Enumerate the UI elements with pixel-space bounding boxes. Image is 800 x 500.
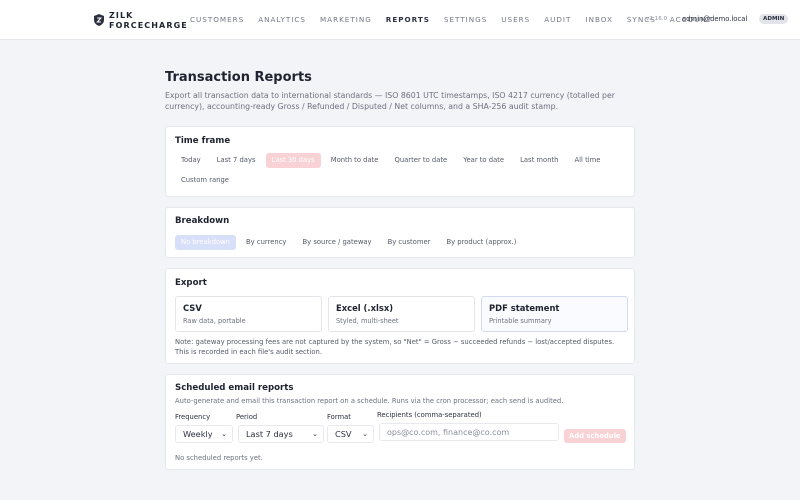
add-schedule-button[interactable]: Add schedule xyxy=(564,429,626,443)
nav-audit[interactable]: AUDIT xyxy=(544,15,571,24)
timeframe-quarter-to-date[interactable]: Quarter to date xyxy=(388,153,453,168)
timeframe-custom-range[interactable]: Custom range xyxy=(175,173,235,188)
nav-inbox[interactable]: INBOX xyxy=(585,15,612,24)
breakdown-by-customer[interactable]: By customer xyxy=(382,235,437,250)
timeframe-card: Time frame Today Last 7 days Last 30 day… xyxy=(165,126,635,197)
shield-logo-icon xyxy=(94,14,104,26)
scheduled-empty-state: No scheduled reports yet. xyxy=(175,454,263,462)
recipients-placeholder: ops@co.com, finance@co.com xyxy=(387,428,510,437)
user-email[interactable]: admin@demo.local xyxy=(682,15,747,23)
timeframe-last-30-days[interactable]: Last 30 days xyxy=(265,153,321,168)
app-version: v2.16.0 xyxy=(646,16,668,22)
timeframe-today[interactable]: Today xyxy=(175,153,207,168)
timeframe-title: Time frame xyxy=(175,136,231,146)
chevron-down-icon: ⌄ xyxy=(221,430,227,438)
export-card: Export CSV Raw data, portable Excel (.xl… xyxy=(165,268,635,364)
export-option-title: PDF statement xyxy=(489,303,560,313)
page-title: Transaction Reports xyxy=(165,70,312,85)
export-option-subtitle: Styled, multi-sheet xyxy=(336,317,399,325)
breakdown-by-product[interactable]: By product (approx.) xyxy=(440,235,522,250)
timeframe-last-month[interactable]: Last month xyxy=(514,153,564,168)
recipients-input[interactable]: ops@co.com, finance@co.com xyxy=(379,423,559,441)
brand-logo[interactable]: ZILK FORCECHARGE xyxy=(94,11,188,31)
scheduled-title: Scheduled email reports xyxy=(175,383,294,393)
breakdown-none[interactable]: No breakdown xyxy=(175,235,236,250)
frequency-select[interactable]: Weekly ⌄ xyxy=(175,425,233,443)
scheduled-description: Auto-generate and email this transaction… xyxy=(175,397,564,405)
top-bar: ZILK FORCECHARGE CUSTOMERS ANALYTICS MAR… xyxy=(0,0,800,40)
export-option-subtitle: Printable summary xyxy=(489,317,552,325)
timeframe-all-time[interactable]: All time xyxy=(568,153,606,168)
period-select[interactable]: Last 7 days ⌄ xyxy=(238,425,324,443)
scheduled-reports-card: Scheduled email reports Auto-generate an… xyxy=(165,374,635,470)
export-excel-option[interactable]: Excel (.xlsx) Styled, multi-sheet xyxy=(328,296,475,332)
brand-name: ZILK FORCECHARGE xyxy=(109,11,188,31)
export-csv-option[interactable]: CSV Raw data, portable xyxy=(175,296,322,332)
chevron-down-icon: ⌄ xyxy=(312,430,318,438)
timeframe-month-to-date[interactable]: Month to date xyxy=(325,153,385,168)
breakdown-card: Breakdown No breakdown By currency By so… xyxy=(165,207,635,258)
nav-customers[interactable]: CUSTOMERS xyxy=(190,15,244,24)
nav-analytics[interactable]: ANALYTICS xyxy=(258,15,306,24)
timeframe-options: Today Last 7 days Last 30 days Month to … xyxy=(175,153,630,193)
brand-name-line2: FORCECHARGE xyxy=(109,21,188,30)
timeframe-last-7-days[interactable]: Last 7 days xyxy=(211,153,262,168)
breakdown-options: No breakdown By currency By source / gat… xyxy=(175,235,630,255)
nav-settings[interactable]: SETTINGS xyxy=(444,15,487,24)
brand-name-line1: ZILK xyxy=(109,11,134,20)
timeframe-year-to-date[interactable]: Year to date xyxy=(457,153,510,168)
chevron-down-icon: ⌄ xyxy=(362,430,368,438)
breakdown-title: Breakdown xyxy=(175,216,230,226)
nav-marketing[interactable]: MARKETING xyxy=(320,15,372,24)
period-value: Last 7 days xyxy=(246,429,293,439)
export-pdf-option[interactable]: PDF statement Printable summary xyxy=(481,296,628,332)
breakdown-by-source[interactable]: By source / gateway xyxy=(296,235,377,250)
page-header: Transaction Reports Export all transacti… xyxy=(165,70,635,112)
breakdown-by-currency[interactable]: By currency xyxy=(240,235,292,250)
nav-reports[interactable]: REPORTS xyxy=(386,15,430,24)
frequency-value: Weekly xyxy=(183,429,213,439)
format-label: Format xyxy=(327,413,351,421)
export-option-title: Excel (.xlsx) xyxy=(336,303,394,313)
format-select[interactable]: CSV ⌄ xyxy=(327,425,374,443)
period-label: Period xyxy=(236,413,258,421)
export-options: CSV Raw data, portable Excel (.xlsx) Sty… xyxy=(175,296,634,332)
export-note: Note: gateway processing fees are not ca… xyxy=(175,338,615,356)
export-title: Export xyxy=(175,278,207,288)
page-description: Export all transaction data to internati… xyxy=(165,91,616,111)
export-option-subtitle: Raw data, portable xyxy=(183,317,246,325)
export-option-title: CSV xyxy=(183,303,202,313)
frequency-label: Frequency xyxy=(175,413,211,421)
format-value: CSV xyxy=(335,429,352,439)
nav-users[interactable]: USERS xyxy=(501,15,530,24)
recipients-label: Recipients (comma-separated) xyxy=(377,411,482,419)
role-badge: ADMIN xyxy=(759,14,789,24)
